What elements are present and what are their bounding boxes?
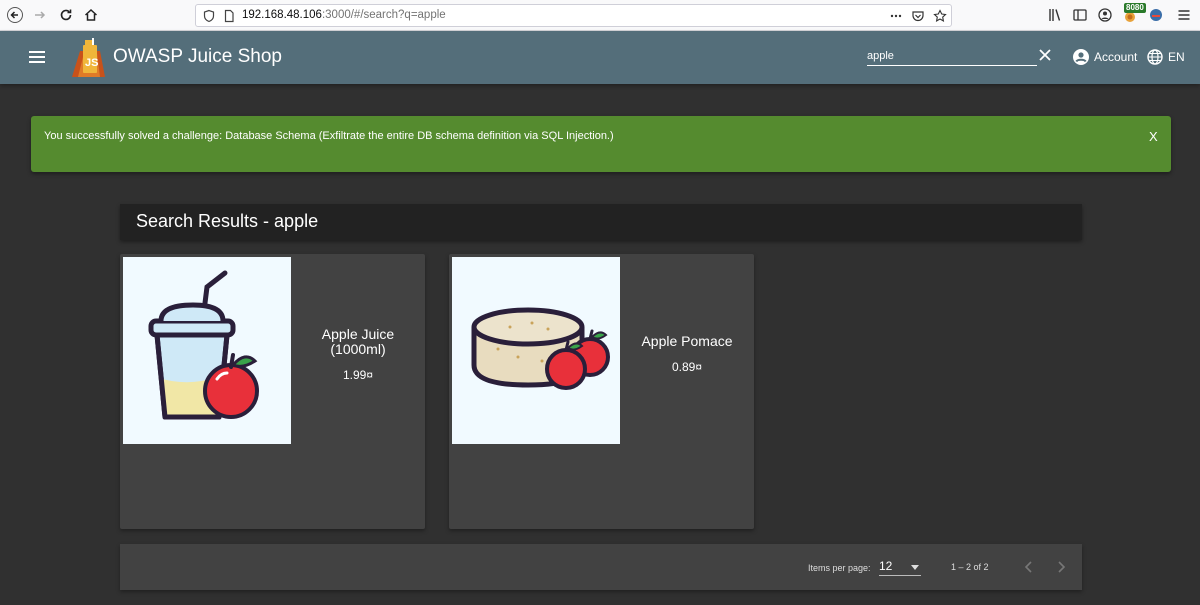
url-host: 192.168.48.106: [242, 9, 322, 21]
account-circle-icon[interactable]: [1097, 7, 1113, 23]
home-button[interactable]: [79, 3, 103, 27]
pocket-icon[interactable]: [911, 9, 925, 23]
banner-message: You successfully solved a challenge: Dat…: [44, 130, 614, 142]
language-label: EN: [1168, 50, 1185, 64]
paginator: Items per page: 12 1 – 2 of 2: [120, 544, 1082, 590]
arrow-left-icon: [7, 7, 23, 23]
previous-page-icon[interactable]: [1021, 559, 1037, 575]
account-label: Account: [1094, 50, 1138, 64]
language-button[interactable]: EN: [1147, 48, 1185, 66]
account-circle-icon: [1073, 49, 1089, 65]
arrow-right-icon: [35, 11, 46, 19]
product-name: Apple Juice (1000ml): [321, 325, 395, 357]
shield-icon: [203, 9, 215, 23]
address-bar[interactable]: 192.168.48.106:3000/#/search?q=apple: [195, 4, 952, 27]
back-button[interactable]: [3, 3, 27, 27]
home-icon: [84, 8, 98, 21]
browser-toolbar: 192.168.48.106:3000/#/search?q=apple 808…: [0, 0, 1200, 31]
banner-close-button[interactable]: X: [1149, 129, 1158, 144]
forward-button[interactable]: [28, 3, 52, 27]
product-card-apple-juice[interactable]: Apple Juice (1000ml) 1.99¤: [120, 254, 425, 529]
juice-cup-image: [148, 270, 259, 420]
menu-icon[interactable]: [27, 48, 47, 66]
reload-button[interactable]: [54, 3, 78, 27]
search-input[interactable]: [867, 47, 1037, 65]
page-range-label: 1 – 2 of 2: [951, 562, 989, 572]
bookmark-star-icon[interactable]: [933, 9, 947, 23]
svg-text:JS: JS: [85, 57, 98, 69]
page-title: Search Results - apple: [136, 211, 319, 231]
account-button[interactable]: Account: [1073, 48, 1137, 66]
pomace-image: [471, 307, 610, 390]
extension-icon[interactable]: [1148, 7, 1164, 23]
more-icon[interactable]: [889, 9, 903, 23]
sidebar-icon[interactable]: [1072, 7, 1088, 23]
search-field[interactable]: [867, 46, 1037, 66]
product-card-apple-pomace[interactable]: Apple Pomace 0.89¤: [449, 254, 754, 529]
next-page-icon[interactable]: [1053, 559, 1069, 575]
app-toolbar: JS OWASP Juice Shop Account EN: [0, 31, 1200, 84]
search-results-header: Search Results - apple: [120, 204, 1082, 240]
page-icon: [224, 9, 234, 23]
juice-shop-logo[interactable]: JS: [70, 37, 108, 79]
dropdown-arrow-icon: [911, 565, 919, 570]
product-price: 0.89¤: [671, 360, 703, 374]
globe-icon: [1147, 49, 1163, 65]
items-per-page-value: 12: [879, 559, 893, 573]
product-image[interactable]: [452, 257, 620, 444]
challenge-solved-banner: You successfully solved a challenge: Dat…: [31, 116, 1171, 172]
product-info: Apple Juice (1000ml) 1.99¤: [291, 254, 425, 454]
product-name: Apple Pomace: [641, 333, 733, 349]
product-info: Apple Pomace 0.89¤: [620, 254, 754, 454]
close-icon[interactable]: [1038, 48, 1052, 62]
items-per-page-select[interactable]: 12: [879, 559, 921, 576]
library-icon[interactable]: [1047, 7, 1063, 23]
app-title[interactable]: OWASP Juice Shop: [113, 46, 282, 68]
reload-icon: [60, 9, 72, 21]
url-path: :3000/#/search?q=apple: [321, 9, 446, 21]
items-per-page-label: Items per page:: [808, 563, 871, 573]
url-text: 192.168.48.106:3000/#/search?q=apple: [242, 9, 446, 21]
proxy-badge: 8080: [1124, 3, 1146, 13]
hamburger-menu-icon[interactable]: [1176, 7, 1192, 23]
product-price: 1.99¤: [342, 367, 374, 382]
product-image[interactable]: [123, 257, 291, 444]
